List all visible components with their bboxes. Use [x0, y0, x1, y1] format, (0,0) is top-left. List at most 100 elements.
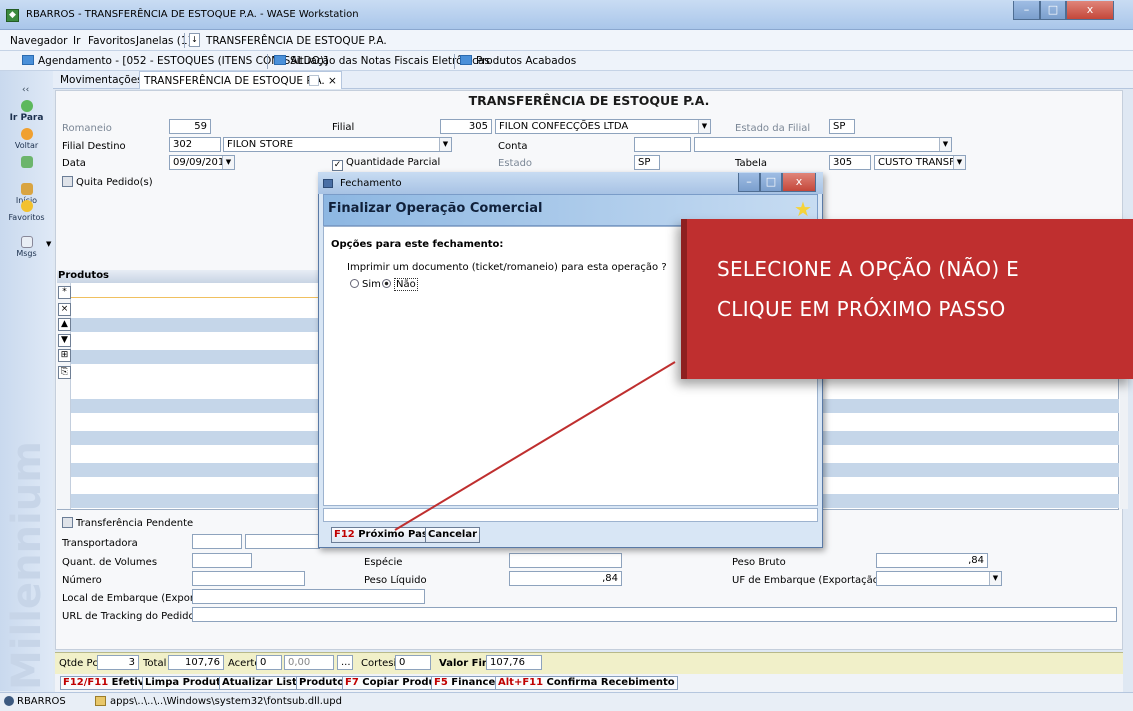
bookmark-label: Produtos Acabados	[476, 55, 577, 67]
menu-ir[interactable]: Ir	[73, 35, 80, 47]
local-embarque-field[interactable]	[192, 589, 425, 604]
document-icon	[20, 156, 33, 168]
grid-delete-icon[interactable]: ×	[58, 303, 71, 316]
peso-liquido-label: Peso Líquido	[364, 575, 427, 586]
transportadora-code-field[interactable]	[192, 534, 242, 549]
dialog-icon	[323, 179, 333, 188]
estado-filial-field[interactable]: SP	[829, 119, 855, 134]
filial-name-value: FILON CONFECÇÕES LTDA	[499, 121, 629, 132]
radio-nao[interactable]: Não	[382, 278, 418, 291]
chevron-down-icon: ▼	[439, 138, 451, 151]
menu-favoritos[interactable]: Favoritos	[88, 35, 135, 47]
estado-filial-label: Estado da Filial	[735, 123, 811, 134]
history-down-icon[interactable]: ↓	[189, 33, 200, 47]
dialog-question: Imprimir um documento (ticket/romaneio) …	[347, 262, 667, 273]
qtd-parcial-label: Quantidade Parcial	[346, 157, 441, 168]
calendar-dropdown-icon: ▼	[222, 156, 234, 169]
msgs-dropdown-icon[interactable]: ▼	[46, 240, 51, 248]
checkbox-icon	[62, 517, 73, 528]
romaneio-label: Romaneio	[62, 123, 112, 134]
conta-select[interactable]: ▼	[694, 137, 952, 152]
filial-code-field[interactable]: 305	[440, 119, 492, 134]
menu-navegador[interactable]: Navegador	[10, 35, 67, 47]
url-tracking-field[interactable]	[192, 607, 1117, 622]
fn-label: Confirma Recebimento	[543, 677, 675, 688]
menu-separator	[184, 33, 185, 48]
transf-pendente-label: Transferência Pendente	[76, 518, 194, 529]
quita-pedido-checkbox[interactable]: Quita Pedido(s)	[62, 176, 153, 188]
peso-bruto-label: Peso Bruto	[732, 557, 786, 568]
produtos-label: Produtos	[58, 270, 110, 281]
confirma-recebimento-button[interactable]: Alt+F11 Confirma Recebimento	[495, 676, 678, 690]
dialog-maximize-icon[interactable]: □	[760, 173, 782, 192]
button-label: Cancelar	[428, 529, 478, 540]
grid-new-row-icon[interactable]: *	[58, 286, 71, 299]
sidebar-item-voltar[interactable]: Voltar	[0, 128, 53, 150]
chevron-down-icon: ▼	[939, 138, 951, 151]
grid-move-up-icon[interactable]: ▲	[58, 318, 71, 331]
cancelar-button[interactable]: Cancelar	[425, 527, 481, 543]
estado-field[interactable]: SP	[634, 155, 660, 170]
conta-code-field[interactable]	[634, 137, 691, 152]
sidebar-item-doc[interactable]	[0, 156, 53, 169]
transportadora-name-field[interactable]	[245, 534, 320, 549]
acerto-ellipsis-button[interactable]: ...	[337, 655, 353, 670]
chevron-down-icon: ▼	[953, 156, 965, 169]
sidebar-item-ir-para[interactable]: Ir Para	[0, 100, 53, 123]
fn-key: F12/F11	[63, 677, 109, 688]
radio-sim[interactable]: Sim	[350, 279, 381, 290]
grid-export-icon[interactable]: ⎘	[58, 366, 71, 379]
go-icon	[20, 100, 33, 112]
sidebar-collapse-icon[interactable]: ‹‹	[22, 85, 29, 95]
romaneio-field[interactable]: 59	[169, 119, 211, 134]
uf-embarque-select[interactable]: ▼	[876, 571, 1002, 586]
sidebar-item-favoritos[interactable]: Favoritos	[0, 200, 53, 222]
estado-label: Estado	[498, 158, 533, 169]
grid-move-down-icon[interactable]: ▼	[58, 334, 71, 347]
transf-pendente-checkbox[interactable]: Transferência Pendente	[62, 517, 193, 529]
filial-destino-select[interactable]: FILON STORE ▼	[223, 137, 452, 152]
data-field[interactable]: 09/09/2013 ▼	[169, 155, 235, 170]
bookmark-situacao[interactable]: Situação das Notas Fiscais Eletrônicas	[274, 55, 490, 67]
bookmark-produtos-acabados[interactable]: Produtos Acabados	[460, 55, 576, 67]
peso-liquido-field[interactable]: ,84	[509, 571, 622, 586]
tabela-code-field[interactable]: 305	[829, 155, 871, 170]
tabela-select[interactable]: CUSTO TRANSF LO ▼	[874, 155, 966, 170]
total-field: 107,76	[168, 655, 224, 670]
peso-bruto-field[interactable]: ,84	[876, 553, 988, 568]
maximize-icon[interactable]: □	[1040, 1, 1066, 20]
filial-destino-value: FILON STORE	[227, 139, 294, 150]
radio-empty-icon	[350, 279, 359, 288]
callout-line1: SELECIONE A OPÇÃO (NÃO) E	[717, 257, 1020, 281]
filial-destino-code-field[interactable]: 302	[169, 137, 221, 152]
valor-final-field: 107,76	[486, 655, 542, 670]
window-title: RBARROS - TRANSFERÊNCIA DE ESTOQUE P.A. …	[26, 9, 359, 20]
page-title: TRANSFERÊNCIA DE ESTOQUE P.A.	[468, 93, 710, 108]
close-icon[interactable]: x	[1066, 1, 1114, 20]
dialog-minimize-icon[interactable]: –	[738, 173, 760, 192]
filial-destino-label: Filial Destino	[62, 141, 126, 152]
especie-field[interactable]	[509, 553, 622, 568]
qtd-parcial-checkbox[interactable]: ✓ Quantidade Parcial	[332, 157, 440, 171]
filial-label: Filial	[332, 122, 355, 133]
qtde-field: 3	[97, 655, 139, 670]
minimize-icon[interactable]: –	[1013, 1, 1040, 20]
dialog-close-icon[interactable]: x	[782, 173, 816, 192]
fn-key: F12	[334, 529, 355, 540]
instruction-callout: SELECIONE A OPÇÃO (NÃO) E CLIQUE EM PRÓXI…	[681, 219, 1133, 379]
fn-key: F7	[345, 677, 359, 688]
new-tab-icon[interactable]	[309, 75, 319, 86]
cortesia-field[interactable]: 0	[395, 655, 431, 670]
acerto-value-field: 0,00	[284, 655, 334, 670]
dialog-controls: – □ x	[738, 173, 818, 192]
quita-label: Quita Pedido(s)	[76, 177, 153, 188]
filial-name-select[interactable]: FILON CONFECÇÕES LTDA ▼	[495, 119, 711, 134]
sidebar-label: Msgs	[16, 249, 37, 258]
app-icon: ◆	[6, 9, 19, 22]
grid-expand-icon[interactable]: ⊞	[58, 349, 71, 362]
numero-field[interactable]	[192, 571, 305, 586]
brand-watermark: Millennium	[4, 441, 50, 690]
quant-volumes-field[interactable]	[192, 553, 252, 568]
window-controls: – □ x	[1013, 1, 1121, 20]
acerto-field[interactable]: 0	[256, 655, 282, 670]
